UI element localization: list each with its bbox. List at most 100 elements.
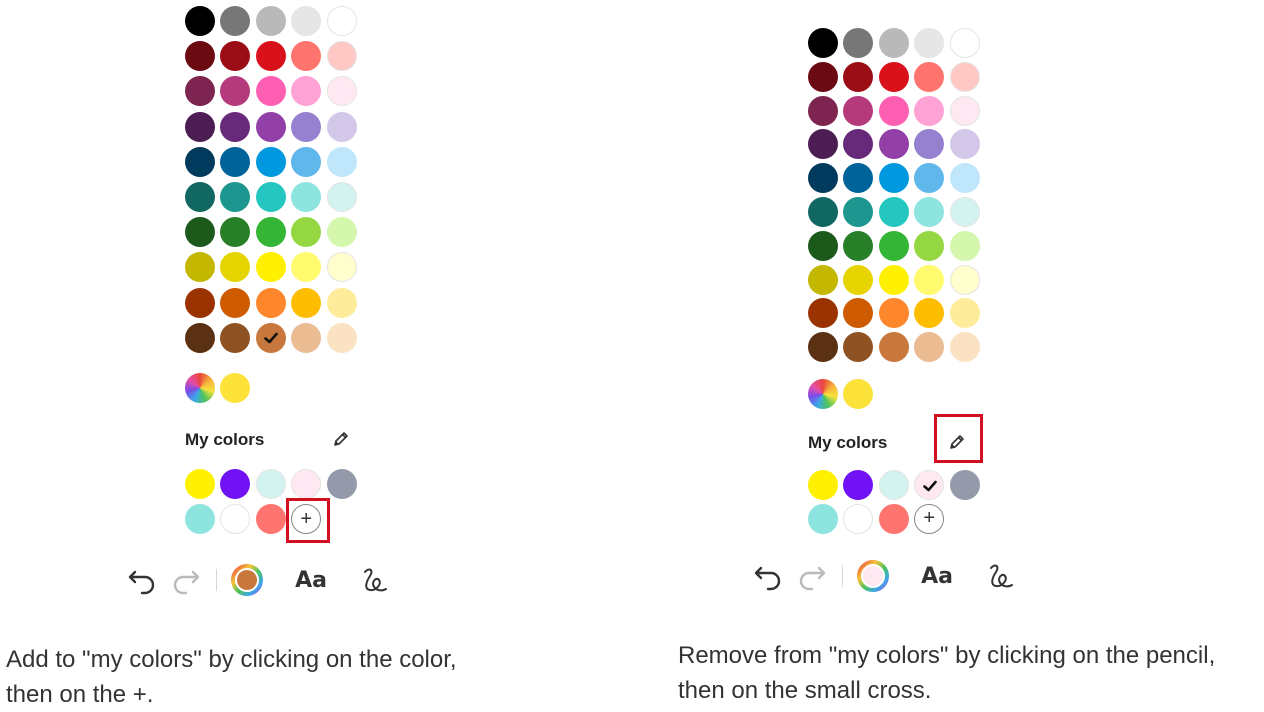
palette-swatch[interactable] <box>220 76 251 107</box>
redo-button[interactable] <box>794 558 830 594</box>
palette-swatch[interactable] <box>255 6 286 36</box>
my-color-swatch[interactable] <box>808 503 838 534</box>
color-picker-button[interactable] <box>229 562 265 598</box>
palette-swatch[interactable] <box>808 163 838 194</box>
rainbow-picker-swatch[interactable] <box>808 379 838 409</box>
palette-swatch[interactable] <box>914 230 945 261</box>
palette-swatch[interactable] <box>255 111 286 142</box>
my-color-swatch[interactable] <box>808 470 838 500</box>
palette-swatch[interactable] <box>878 95 909 126</box>
palette-swatch[interactable] <box>255 322 286 353</box>
palette-swatch[interactable] <box>878 264 909 295</box>
palette-swatch[interactable] <box>808 61 838 92</box>
palette-swatch[interactable] <box>255 217 286 248</box>
palette-swatch[interactable] <box>220 146 251 177</box>
palette-swatch[interactable] <box>291 181 322 212</box>
my-color-swatch[interactable] <box>326 469 357 499</box>
palette-swatch[interactable] <box>914 196 945 227</box>
my-color-swatch[interactable] <box>843 470 874 500</box>
palette-swatch[interactable] <box>878 163 909 194</box>
rainbow-picker-swatch[interactable] <box>185 373 215 403</box>
palette-swatch[interactable] <box>914 129 945 160</box>
palette-swatch[interactable] <box>808 230 838 261</box>
palette-swatch[interactable] <box>914 61 945 92</box>
palette-swatch[interactable] <box>949 28 980 58</box>
palette-swatch[interactable] <box>185 217 215 248</box>
palette-swatch[interactable] <box>326 41 357 72</box>
palette-swatch[interactable] <box>843 129 874 160</box>
palette-swatch[interactable] <box>185 41 215 72</box>
color-picker-button[interactable] <box>855 558 891 594</box>
palette-swatch[interactable] <box>878 332 909 363</box>
palette-swatch[interactable] <box>914 163 945 194</box>
palette-swatch[interactable] <box>914 298 945 329</box>
palette-swatch[interactable] <box>914 332 945 363</box>
palette-swatch[interactable] <box>255 146 286 177</box>
palette-swatch[interactable] <box>878 298 909 329</box>
palette-swatch[interactable] <box>843 298 874 329</box>
palette-swatch[interactable] <box>291 322 322 353</box>
font-button[interactable]: Aa <box>919 558 955 594</box>
custom-color-swatch[interactable] <box>220 373 251 403</box>
palette-swatch[interactable] <box>220 6 251 36</box>
my-color-swatch[interactable] <box>878 503 909 534</box>
palette-swatch[interactable] <box>185 111 215 142</box>
palette-swatch[interactable] <box>914 264 945 295</box>
pencil-edit-icon[interactable] <box>332 430 350 448</box>
palette-swatch[interactable] <box>949 230 980 261</box>
palette-swatch[interactable] <box>220 181 251 212</box>
palette-swatch[interactable] <box>185 146 215 177</box>
palette-swatch[interactable] <box>185 76 215 107</box>
palette-swatch[interactable] <box>291 146 322 177</box>
palette-swatch[interactable] <box>949 196 980 227</box>
palette-swatch[interactable] <box>185 181 215 212</box>
my-color-swatch[interactable] <box>843 503 874 534</box>
undo-button[interactable] <box>750 558 786 594</box>
custom-color-swatch[interactable] <box>843 379 874 409</box>
palette-swatch[interactable] <box>326 76 357 107</box>
palette-swatch[interactable] <box>326 6 357 36</box>
my-color-swatch[interactable] <box>255 504 286 534</box>
palette-swatch[interactable] <box>949 129 980 160</box>
palette-swatch[interactable] <box>878 28 909 58</box>
my-color-swatch[interactable] <box>914 470 945 500</box>
palette-swatch[interactable] <box>220 217 251 248</box>
palette-swatch[interactable] <box>255 76 286 107</box>
palette-swatch[interactable] <box>291 76 322 107</box>
font-button[interactable]: Aa <box>293 562 329 598</box>
palette-swatch[interactable] <box>291 252 322 283</box>
palette-swatch[interactable] <box>326 322 357 353</box>
my-color-swatch[interactable] <box>949 470 980 500</box>
palette-swatch[interactable] <box>220 287 251 318</box>
palette-swatch[interactable] <box>185 322 215 353</box>
palette-swatch[interactable] <box>220 111 251 142</box>
palette-swatch[interactable] <box>843 196 874 227</box>
palette-swatch[interactable] <box>914 95 945 126</box>
palette-swatch[interactable] <box>326 111 357 142</box>
undo-button[interactable] <box>124 562 160 598</box>
palette-swatch[interactable] <box>843 163 874 194</box>
palette-swatch[interactable] <box>326 146 357 177</box>
palette-swatch[interactable] <box>843 61 874 92</box>
palette-swatch[interactable] <box>843 332 874 363</box>
my-color-swatch[interactable] <box>185 469 215 499</box>
palette-swatch[interactable] <box>326 217 357 248</box>
my-color-swatch[interactable] <box>291 469 322 499</box>
palette-swatch[interactable] <box>808 298 838 329</box>
palette-swatch[interactable] <box>326 287 357 318</box>
palette-swatch[interactable] <box>843 28 874 58</box>
palette-swatch[interactable] <box>291 111 322 142</box>
my-color-swatch[interactable] <box>255 469 286 499</box>
pen-button[interactable] <box>983 558 1019 594</box>
palette-swatch[interactable] <box>808 264 838 295</box>
palette-swatch[interactable] <box>291 41 322 72</box>
palette-swatch[interactable] <box>843 230 874 261</box>
palette-swatch[interactable] <box>949 95 980 126</box>
palette-swatch[interactable] <box>326 181 357 212</box>
my-color-swatch[interactable] <box>220 504 251 534</box>
palette-swatch[interactable] <box>808 332 838 363</box>
palette-swatch[interactable] <box>808 196 838 227</box>
palette-swatch[interactable] <box>808 95 838 126</box>
pen-button[interactable] <box>357 562 393 598</box>
palette-swatch[interactable] <box>185 6 215 36</box>
